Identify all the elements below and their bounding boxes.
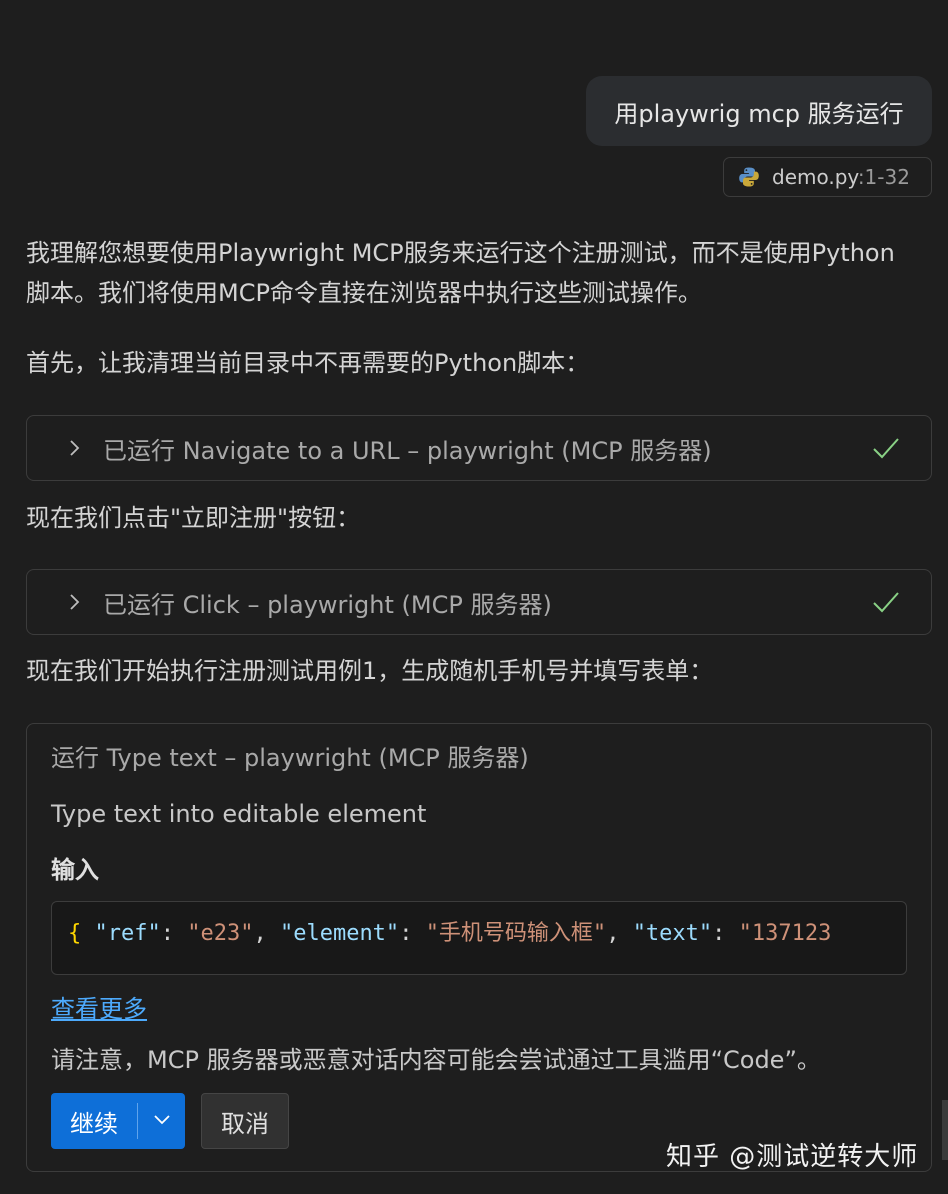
cancel-button[interactable]: 取消: [201, 1093, 289, 1149]
confirmation-description: Type text into editable element: [51, 800, 427, 828]
python-icon: [738, 166, 760, 188]
file-reference-chip[interactable]: demo.py:1-32: [723, 157, 932, 197]
code-value-element: "手机号码输入框": [425, 921, 607, 946]
tool-input-code[interactable]: { "ref": "e23", "element": "手机号码输入框", "t…: [51, 901, 907, 975]
assistant-message-intro: 我理解您想要使用Playwright MCP服务来运行这个注册测试，而不是使用P…: [26, 239, 895, 307]
chevron-down-icon: [153, 1110, 171, 1132]
confirmation-title: 运行 Type text – playwright (MCP 服务器): [51, 744, 529, 772]
code-key-element: "element": [279, 921, 400, 946]
continue-options-dropdown[interactable]: [138, 1093, 185, 1149]
code-key-ref: "ref": [94, 921, 161, 946]
chevron-right-icon: [65, 439, 83, 457]
user-message-bubble: 用playwrig mcp 服务运行: [586, 76, 932, 146]
tool-run-label: 已运行 Navigate to a URL – playwright (MCP …: [103, 436, 712, 465]
assistant-message-cleanup: 首先，让我清理当前目录中不再需要的Python脚本：: [26, 349, 590, 377]
continue-button-group: 继续: [51, 1093, 185, 1149]
scrollbar[interactable]: [942, 1100, 948, 1160]
assistant-message-testcase: 现在我们开始执行注册测试用例1，生成随机手机号并填写表单：: [26, 657, 714, 685]
tool-run-click[interactable]: 已运行 Click – playwright (MCP 服务器): [26, 569, 932, 635]
code-brace: {: [68, 921, 82, 946]
assistant-message-click: 现在我们点击"立即注册"按钮：: [26, 504, 361, 532]
chevron-right-icon: [65, 593, 83, 611]
watermark: 知乎 @测试逆转大师: [666, 1142, 919, 1172]
tool-run-label: 已运行 Click – playwright (MCP 服务器): [103, 590, 552, 619]
code-value-text: "137123: [738, 921, 832, 946]
code-key-text: "text": [632, 921, 713, 946]
tool-confirmation-card: 运行 Type text – playwright (MCP 服务器) Type…: [26, 723, 932, 1172]
see-more-link[interactable]: 查看更多: [51, 989, 147, 1024]
continue-button[interactable]: 继续: [51, 1093, 137, 1149]
tool-run-navigate[interactable]: 已运行 Navigate to a URL – playwright (MCP …: [26, 415, 932, 481]
security-warning: 请注意，MCP 服务器或恶意对话内容可能会尝试通过工具滥用“Code”。: [51, 1046, 821, 1074]
file-reference-name: demo.py: [772, 165, 858, 189]
checkmark-icon: [871, 587, 901, 617]
input-label: 输入: [51, 856, 99, 884]
code-value-ref: "e23": [187, 921, 254, 946]
user-message-text: 用playwrig mcp 服务运行: [614, 99, 904, 128]
file-reference-range: :1-32: [857, 165, 910, 189]
checkmark-icon: [871, 433, 901, 463]
